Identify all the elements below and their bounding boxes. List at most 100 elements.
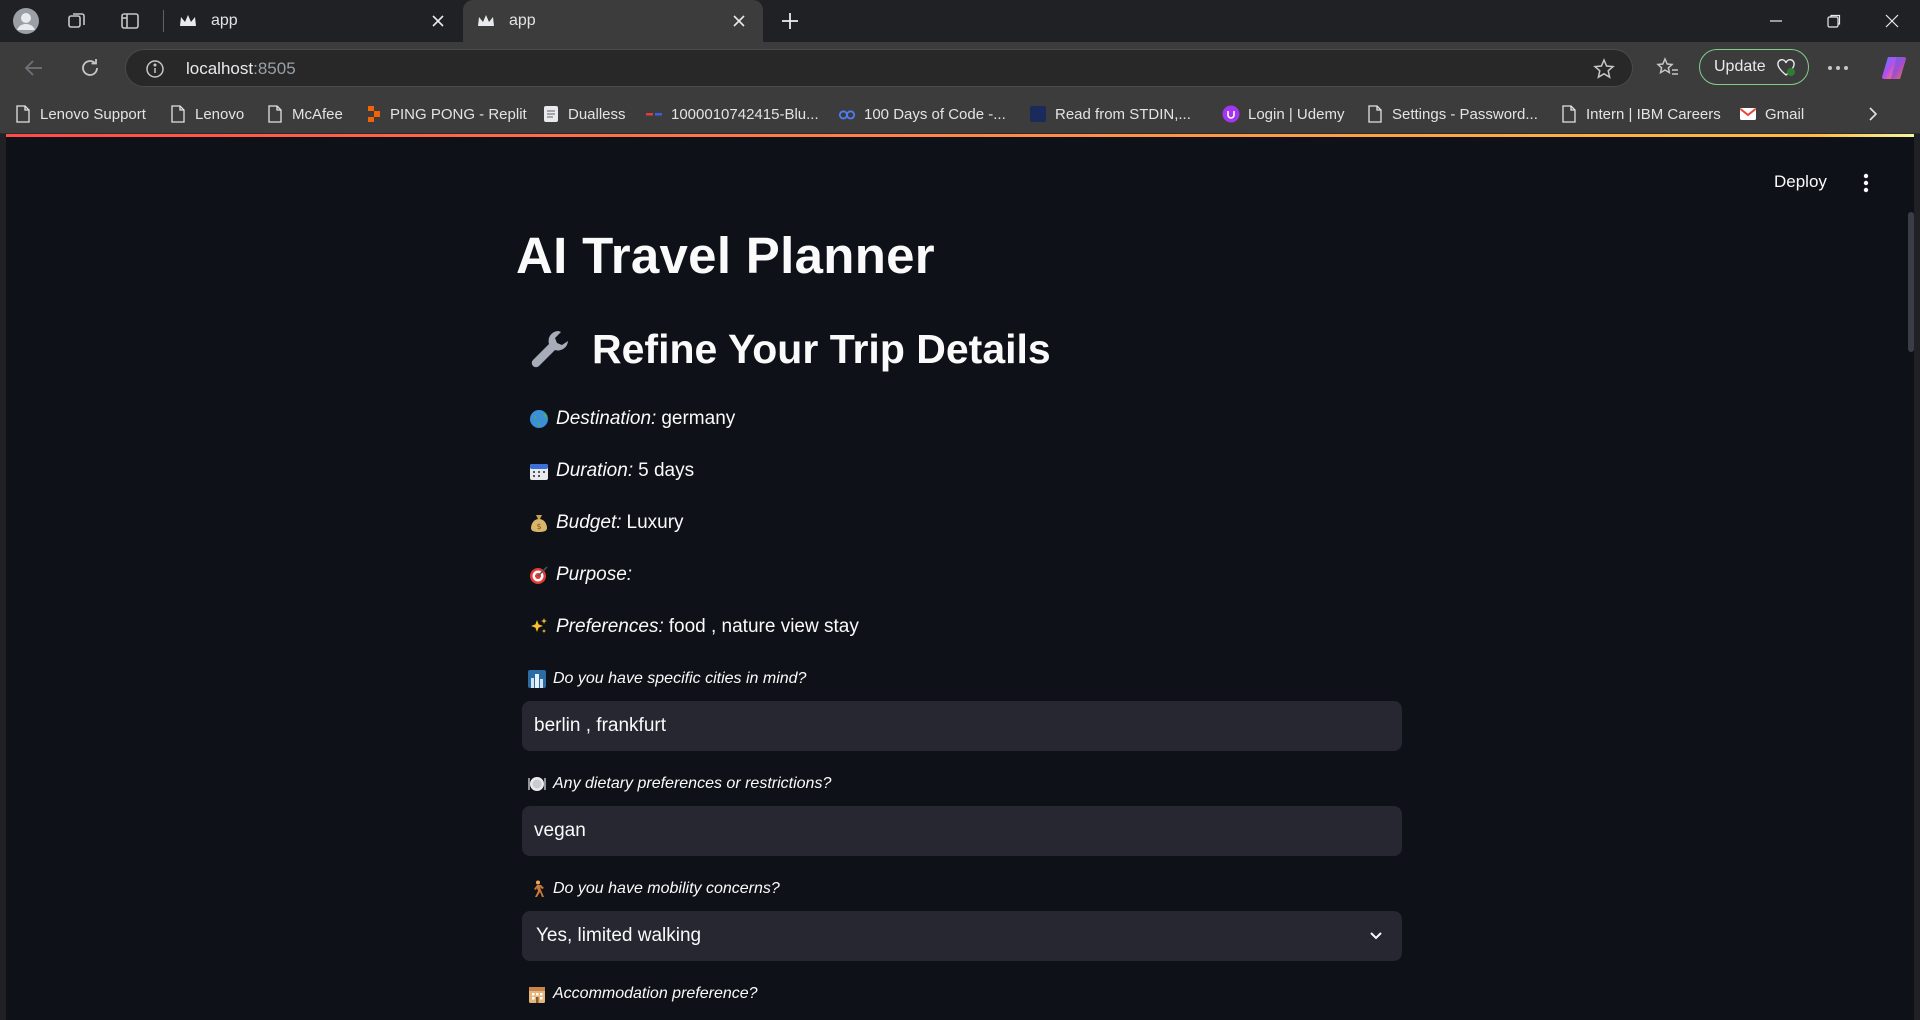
more-options-icon[interactable] — [1822, 52, 1854, 84]
udemy-icon — [1222, 105, 1240, 123]
site-info-icon[interactable] — [144, 58, 166, 80]
bookmark-item[interactable]: McAfee — [266, 103, 343, 125]
bookmark-label: 100 Days of Code -... — [864, 105, 1006, 123]
sparkles-icon — [528, 616, 550, 638]
deploy-button[interactable]: Deploy — [1766, 166, 1835, 198]
chevron-down-icon — [1370, 932, 1382, 940]
svg-text:$: $ — [536, 522, 541, 531]
bookmark-label: 1000010742415-Blu... — [671, 105, 819, 123]
close-window-icon[interactable] — [1864, 0, 1920, 42]
bookmark-item[interactable]: 100 Days of Code -... — [838, 103, 1006, 125]
bookmark-item[interactable]: Dualless — [542, 103, 626, 125]
dietary-label: Any dietary preferences or restrictions? — [528, 775, 831, 793]
bookmark-item[interactable]: PING PONG - Replit — [364, 103, 527, 125]
bookmark-label: Settings - Password... — [1392, 105, 1538, 123]
tab-separator — [163, 10, 164, 32]
bookmark-star-icon[interactable] — [1592, 57, 1616, 81]
url-port: :8505 — [253, 59, 296, 78]
label-text: Do you have specific cities in mind? — [553, 670, 807, 687]
health-heart-icon — [1777, 59, 1795, 76]
page-scrollbar[interactable] — [1908, 212, 1914, 352]
update-browser-button[interactable]: Update — [1699, 49, 1809, 85]
streamlit-crown-icon — [477, 12, 495, 30]
detail-key: Destination: — [556, 408, 657, 429]
detail-budget: $ Budget: Luxury — [528, 512, 684, 534]
bookmark-label: Lenovo — [195, 105, 245, 123]
globe-icon — [528, 408, 550, 430]
minimize-window-icon[interactable] — [1748, 0, 1804, 42]
section-subheader: Refine Your Trip Details — [528, 326, 1051, 373]
page-title: AI Travel Planner — [516, 227, 935, 284]
bookmark-item[interactable]: Intern | IBM Careers — [1560, 103, 1721, 125]
bookmark-item[interactable]: Lenovo — [169, 103, 244, 125]
tab-title: app — [211, 12, 238, 29]
bookmark-label: Read from STDIN,... — [1055, 105, 1191, 123]
bookmark-label: Lenovo Support — [40, 105, 146, 123]
header-decoration-bar — [6, 134, 1914, 137]
page-icon — [14, 105, 32, 123]
people-icon — [838, 105, 856, 123]
cities-input[interactable]: berlin , frankfurt — [522, 701, 1402, 751]
target-icon — [528, 564, 550, 586]
dash-icon — [645, 105, 663, 123]
browser-toolbar: localhost:8505 Update — [0, 42, 1920, 94]
streamlit-crown-icon — [179, 12, 197, 30]
mobility-select[interactable]: Yes, limited walking — [522, 911, 1402, 961]
bookmark-item[interactable]: Settings - Password... — [1366, 103, 1538, 125]
detail-purpose: Purpose: — [528, 564, 637, 586]
hotel-icon — [528, 985, 546, 1003]
tab-title: app — [509, 12, 536, 29]
restore-window-icon[interactable] — [1806, 0, 1862, 42]
page-icon — [1560, 105, 1578, 123]
page-icon — [1366, 105, 1384, 123]
bookmark-item[interactable]: Gmail — [1739, 103, 1804, 125]
cityscape-icon — [528, 670, 546, 688]
tab-app-1[interactable]: app — [165, 0, 462, 42]
plate-icon — [528, 775, 546, 793]
detail-key: Duration: — [556, 460, 634, 481]
detail-key: Purpose: — [556, 564, 633, 585]
reload-icon[interactable] — [74, 52, 106, 84]
detail-preferences: Preferences: food , nature view stay — [528, 616, 859, 638]
bookmark-item[interactable]: Lenovo Support — [14, 103, 146, 125]
url-text: localhost:8505 — [186, 59, 296, 79]
detail-duration: Duration: 5 days — [528, 460, 694, 482]
vertical-tabs-icon[interactable] — [116, 7, 144, 35]
bookmark-label: Gmail — [1765, 105, 1805, 123]
mobility-label: Do you have mobility concerns? — [528, 880, 780, 898]
bookmark-item[interactable]: Login | Udemy — [1222, 103, 1344, 125]
address-bar[interactable]: localhost:8505 — [125, 49, 1633, 87]
new-tab-plus-icon[interactable] — [776, 7, 804, 35]
label-text: Do you have mobility concerns? — [553, 880, 780, 897]
wrench-icon — [531, 330, 568, 367]
square-icon — [1029, 105, 1047, 123]
tab-strip: app app — [0, 0, 1920, 42]
bookmark-label: McAfee — [292, 105, 343, 123]
doc-icon — [542, 105, 560, 123]
workspaces-icon[interactable] — [63, 7, 91, 35]
bookmark-item[interactable]: Read from STDIN,... — [1029, 103, 1191, 125]
dietary-input[interactable]: vegan — [522, 806, 1402, 856]
selected-value: Yes, limited walking — [536, 925, 702, 946]
cities-label: Do you have specific cities in mind? — [528, 670, 806, 688]
close-tab-icon[interactable] — [729, 11, 749, 31]
walking-person-icon — [528, 880, 546, 898]
subheader-text: Refine Your Trip Details — [592, 326, 1051, 372]
detail-key: Budget: — [556, 512, 622, 533]
bookmark-label: Intern | IBM Careers — [1586, 105, 1721, 123]
profile-avatar-icon[interactable] — [12, 7, 40, 35]
url-host: localhost — [186, 59, 254, 78]
back-arrow-icon[interactable] — [18, 52, 50, 84]
main-menu-kebab-icon[interactable] — [1854, 168, 1878, 198]
favorites-icon[interactable] — [1652, 52, 1684, 84]
copilot-icon[interactable] — [1878, 52, 1910, 84]
bookmarks-overflow-chevron-icon[interactable] — [1862, 103, 1884, 125]
detail-value: germany — [661, 408, 736, 429]
bookmark-label: Login | Udemy — [1248, 105, 1345, 123]
bookmark-item[interactable]: 1000010742415-Blu... — [645, 103, 819, 125]
tab-app-2[interactable]: app — [463, 0, 763, 42]
label-text: Accommodation preference? — [553, 985, 758, 1002]
close-tab-icon[interactable] — [428, 11, 448, 31]
replit-icon — [364, 105, 382, 123]
bookmark-label: PING PONG - Replit — [390, 105, 527, 123]
